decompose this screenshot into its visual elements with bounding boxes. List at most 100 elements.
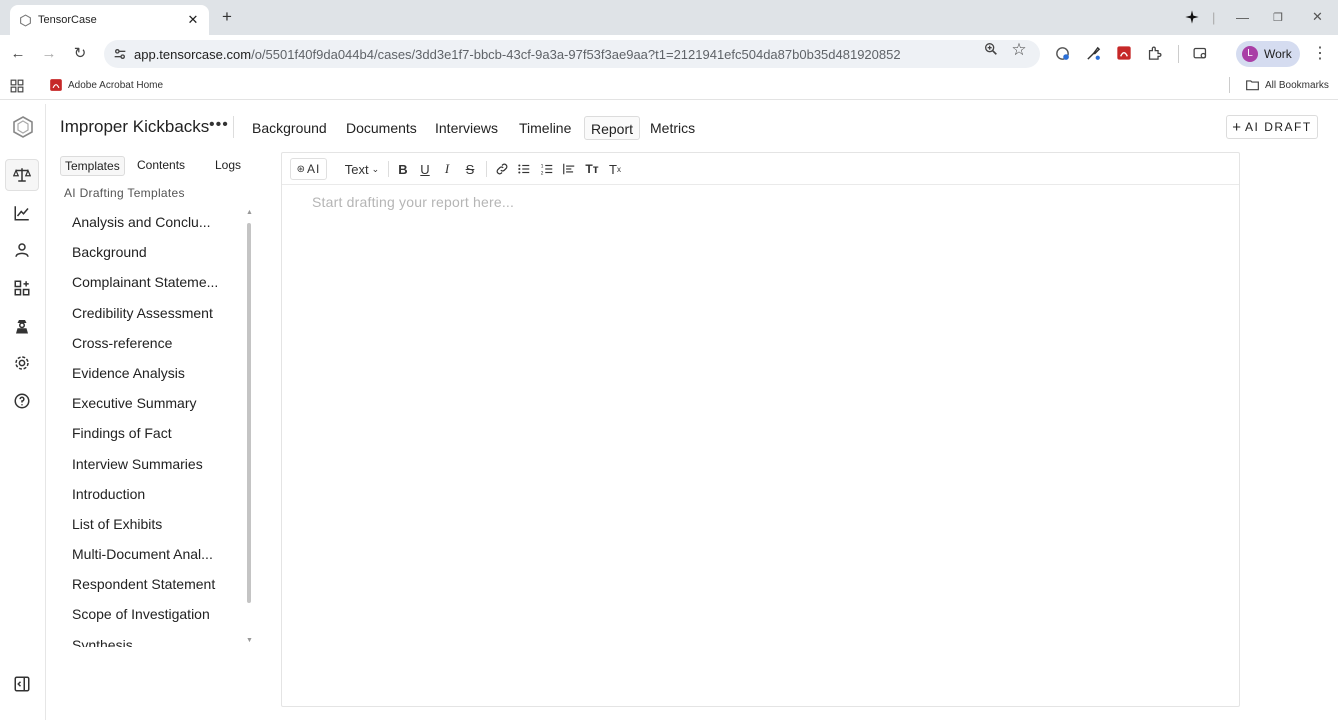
ai-draft-button[interactable]: + AI DRAFT (1226, 115, 1318, 139)
tab-metrics[interactable]: Metrics (644, 116, 701, 140)
template-item[interactable]: Evidence Analysis (60, 358, 242, 388)
tab-templates[interactable]: Templates (60, 156, 125, 176)
profile-button[interactable]: L Work (1236, 41, 1300, 67)
acrobat-icon (50, 79, 62, 91)
analytics-chart-icon[interactable] (11, 202, 33, 224)
new-tab-button[interactable]: + (218, 8, 236, 26)
extension-tool-icon[interactable] (1085, 45, 1103, 63)
apps-grid-icon[interactable] (10, 79, 24, 96)
template-item[interactable]: Multi-Document Anal... (60, 539, 242, 569)
close-window-button[interactable]: ✕ (1312, 6, 1323, 28)
underline-icon[interactable]: U (417, 158, 433, 180)
tab-interviews[interactable]: Interviews (429, 116, 504, 140)
scroll-up-icon[interactable]: ▲ (246, 209, 253, 216)
bold-icon[interactable]: B (395, 158, 411, 180)
bookmark-star-icon[interactable]: ☆ (1010, 41, 1028, 59)
template-item[interactable]: Scope of Investigation (60, 599, 242, 629)
browser-tab-title: TensorCase (38, 14, 97, 26)
editor-placeholder[interactable]: Start drafting your report here... (312, 194, 514, 210)
apps-icon[interactable] (11, 277, 33, 299)
site-settings-icon[interactable] (112, 46, 128, 62)
app-root: Improper Kickbacks ••• Background Docume… (0, 104, 1338, 720)
template-item[interactable]: Complainant Stateme... (60, 267, 242, 297)
svg-text:2: 2 (541, 170, 544, 176)
all-bookmarks-label: All Bookmarks (1265, 79, 1329, 91)
browser-toolbar: ← → ↻ app.tensorcase.com/o/5501f40f9da04… (0, 35, 1338, 73)
divider: | (1212, 9, 1216, 25)
scroll-down-icon[interactable]: ▼ (246, 637, 253, 644)
numbered-list-icon[interactable]: 12 (538, 158, 556, 180)
zoom-icon[interactable] (982, 41, 1000, 59)
bullet-list-icon[interactable] (515, 158, 533, 180)
align-left-icon[interactable] (560, 158, 578, 180)
report-editor: ⊛ AI Text ⌄ B U I S 12 Tт T x Start draf… (281, 152, 1240, 707)
side-panel-search-icon[interactable] (1192, 45, 1210, 63)
tensorcase-logo-icon[interactable] (10, 114, 36, 140)
folder-icon (1246, 80, 1259, 91)
template-item[interactable]: Synthesis (60, 630, 242, 647)
profile-label: Work (1264, 47, 1292, 61)
template-item[interactable]: Interview Summaries (60, 449, 242, 479)
url-path: /o/5501f40f9da044b4/cases/3dd3e1f7-bbcb-… (251, 46, 901, 62)
case-options-icon[interactable]: ••• (209, 116, 229, 134)
tab-background[interactable]: Background (246, 116, 333, 140)
template-item[interactable]: Analysis and Conclu... (60, 207, 242, 237)
all-bookmarks-button[interactable]: All Bookmarks (1245, 78, 1329, 92)
bookmarks-divider (1229, 77, 1230, 93)
settings-gear-icon[interactable] (11, 352, 33, 374)
tab-documents[interactable]: Documents (340, 116, 423, 140)
person-icon[interactable] (11, 239, 33, 261)
left-rail (0, 104, 46, 720)
tab-contents[interactable]: Contents (133, 156, 189, 176)
ai-assist-button[interactable]: ⊛ AI (290, 158, 327, 180)
italic-icon[interactable]: I (439, 158, 455, 180)
link-icon[interactable] (493, 158, 511, 180)
bookmark-acrobat[interactable]: Adobe Acrobat Home (49, 78, 163, 92)
restore-window-button[interactable]: ❐ (1273, 6, 1283, 28)
template-list-scrollbar[interactable]: ▲ ▼ (246, 209, 253, 647)
extensions-puzzle-icon[interactable] (1146, 45, 1164, 63)
bookmark-acrobat-label: Adobe Acrobat Home (68, 79, 164, 91)
toolbar-separator (486, 161, 487, 177)
acrobat-extension-icon[interactable] (1116, 45, 1134, 63)
chevron-down-icon: ⌄ (371, 163, 380, 174)
template-item[interactable]: Respondent Statement (60, 569, 242, 599)
editor-toolbar: ⊛ AI Text ⌄ B U I S 12 Tт T x (282, 153, 1239, 185)
forward-button[interactable]: → (39, 44, 59, 64)
case-title: Improper Kickbacks (60, 117, 210, 136)
template-item[interactable]: Credibility Assessment (60, 298, 242, 328)
extension-shield-icon[interactable] (1054, 45, 1072, 63)
case-header: Improper Kickbacks ••• Background Docume… (46, 104, 1338, 150)
browser-menu-icon[interactable]: ⋮ (1310, 44, 1330, 64)
minimize-window-button[interactable]: — (1236, 6, 1249, 28)
investigator-icon[interactable] (11, 315, 33, 337)
clear-format-icon[interactable]: Tx (606, 158, 624, 180)
collapse-panel-icon[interactable] (11, 673, 33, 695)
text-size-icon[interactable]: Tт (583, 158, 601, 180)
template-item[interactable]: Background (60, 237, 242, 267)
browser-tab-strip: TensorCase ✕ + | — ❐ ✕ (0, 0, 1338, 35)
tab-report[interactable]: Report (584, 116, 641, 140)
template-item[interactable]: Introduction (60, 479, 242, 509)
browser-tab[interactable]: TensorCase ✕ (10, 5, 209, 35)
scrollbar-thumb[interactable] (247, 223, 251, 603)
ai-sparkle-icon: ⊛ (296, 163, 306, 175)
template-item[interactable]: List of Exhibits (60, 509, 242, 539)
address-bar[interactable]: app.tensorcase.com/o/5501f40f9da044b4/ca… (104, 40, 1040, 68)
tab-timeline[interactable]: Timeline (513, 116, 577, 140)
reload-button[interactable]: ↻ (70, 44, 90, 64)
tab-logs[interactable]: Logs (211, 156, 245, 176)
close-tab-icon[interactable]: ✕ (185, 12, 201, 28)
template-item[interactable]: Findings of Fact (60, 418, 242, 448)
plus-icon: + (1232, 118, 1242, 136)
text-style-dropdown[interactable]: Text ⌄ (342, 158, 382, 180)
template-item[interactable]: Cross-reference (60, 328, 242, 358)
strikethrough-icon[interactable]: S (462, 158, 478, 180)
toolbar-divider (1178, 45, 1179, 63)
cases-scale-icon[interactable] (11, 164, 33, 186)
text-style-label: Text (344, 161, 369, 177)
gemini-icon[interactable] (1184, 6, 1200, 28)
back-button[interactable]: ← (8, 44, 28, 64)
help-icon[interactable] (11, 390, 33, 412)
template-item[interactable]: Executive Summary (60, 388, 242, 418)
